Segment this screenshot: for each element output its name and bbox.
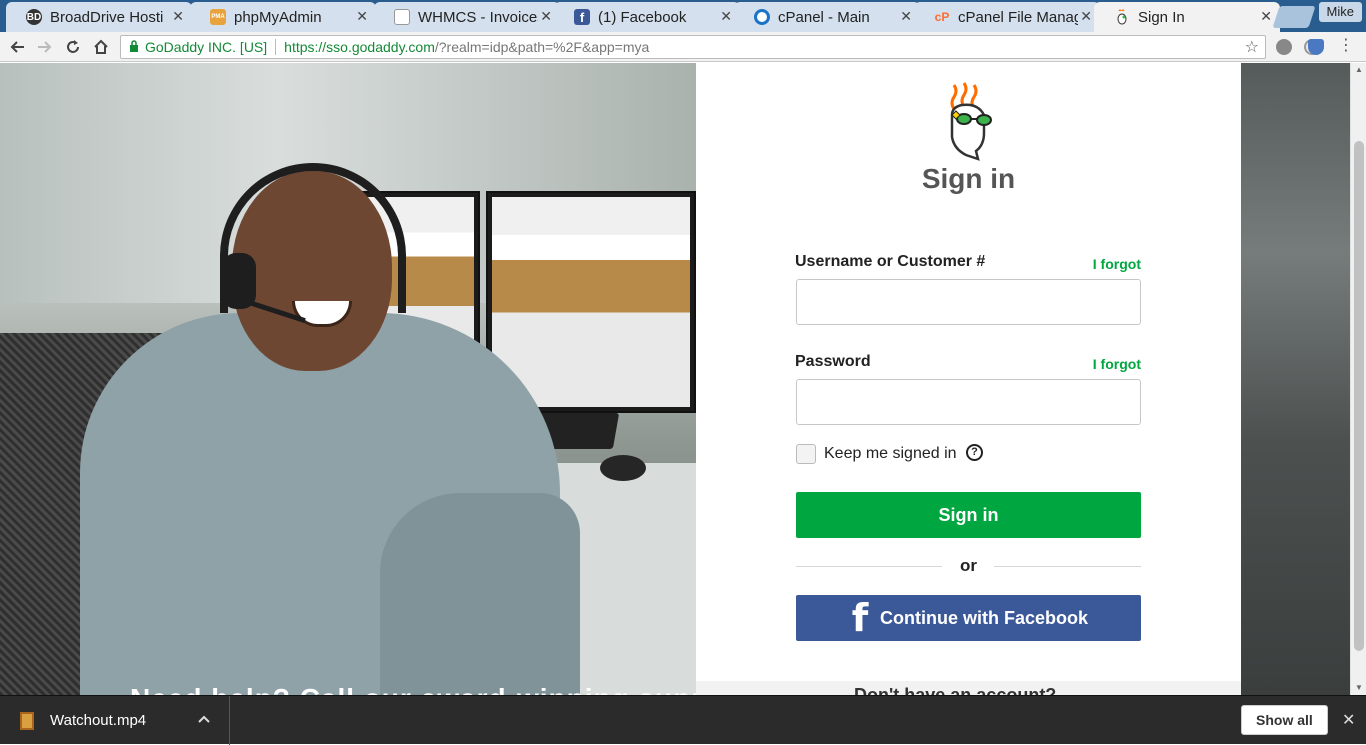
tab-title: phpMyAdmin — [234, 8, 322, 26]
tab-title: cPanel - Main — [778, 8, 870, 26]
tab-broaddrive[interactable]: BD BroadDrive Hosti ✕ — [6, 2, 192, 32]
divider-right — [994, 566, 1141, 567]
chevron-up-icon[interactable] — [198, 710, 210, 726]
password-label: Password — [795, 353, 871, 370]
page-title: Sign in — [921, 163, 1016, 194]
scrollbar-thumb[interactable] — [1354, 141, 1364, 651]
tab-facebook[interactable]: f (1) Facebook ✕ — [554, 2, 740, 32]
tab-title: WHMCS - Invoices — [418, 8, 538, 26]
scroll-up-arrow-icon[interactable]: ▲ — [1351, 63, 1366, 77]
profile-button[interactable]: Mike — [1318, 2, 1362, 22]
shield-extension-icon[interactable] — [1308, 39, 1324, 55]
tab-close-icon[interactable]: ✕ — [900, 8, 912, 25]
facebook-icon: f — [851, 596, 869, 640]
username-label: Username or Customer # — [795, 253, 986, 270]
tab-close-icon[interactable]: ✕ — [1080, 8, 1092, 25]
loading-spinner-icon — [754, 9, 770, 25]
background-photo-right — [1240, 63, 1350, 695]
tab-sign-in[interactable]: Sign In ✕ — [1094, 2, 1280, 32]
show-all-downloads-button[interactable]: Show all — [1241, 705, 1328, 735]
tab-close-icon[interactable]: ✕ — [1260, 8, 1272, 25]
forgot-username-link[interactable]: I forgot — [1093, 256, 1141, 272]
tab-close-icon[interactable]: ✕ — [720, 8, 732, 25]
tab-cpanel-file-manager[interactable]: cP cPanel File Manag ✕ — [914, 2, 1100, 32]
continue-with-facebook-button[interactable]: f Continue with Facebook — [796, 595, 1141, 641]
document-favicon-icon — [394, 9, 410, 25]
hero-caption: Need help? Call our award-winning suppor… — [130, 683, 750, 695]
godaddy-favicon-icon — [1114, 9, 1130, 25]
sign-in-panel: Sign in Username or Customer # I forgot … — [696, 63, 1241, 695]
support-agent-arm — [380, 493, 580, 695]
home-icon[interactable] — [90, 36, 112, 58]
vertical-scrollbar[interactable]: ▲ ▼ — [1350, 63, 1366, 695]
download-shelf: Watchout.mp4 Show all ✕ — [0, 695, 1366, 745]
password-input[interactable] — [796, 379, 1141, 425]
reload-icon[interactable] — [62, 36, 84, 58]
new-tab-button[interactable] — [1272, 6, 1316, 28]
tab-cpanel-main[interactable]: cPanel - Main ✕ — [734, 2, 920, 32]
browser-menu-icon[interactable]: ⋮ — [1338, 38, 1354, 54]
help-icon[interactable]: ? — [966, 444, 983, 461]
phpmyadmin-favicon-icon: PMA — [210, 9, 226, 25]
back-arrow-icon[interactable] — [6, 36, 28, 58]
tab-close-icon[interactable]: ✕ — [172, 8, 184, 25]
tab-title: Sign In — [1138, 8, 1185, 26]
extension-icon[interactable] — [1276, 39, 1292, 55]
omnibox-divider — [275, 39, 277, 55]
forgot-password-link[interactable]: I forgot — [1093, 356, 1141, 372]
download-file-name: Watchout.mp4 — [50, 712, 147, 729]
url-origin: https://sso.godaddy.com — [284, 39, 435, 55]
bookmark-star-icon[interactable]: ☆ — [1245, 37, 1259, 57]
facebook-favicon-icon: f — [574, 9, 590, 25]
create-account-prompt: Don't have an account? — [854, 685, 1057, 695]
tab-phpmyadmin[interactable]: PMA phpMyAdmin ✕ — [190, 2, 376, 32]
broaddrive-favicon-icon: BD — [26, 9, 42, 25]
tab-close-icon[interactable]: ✕ — [540, 8, 552, 25]
tab-whmcs-invoices[interactable]: WHMCS - Invoices ✕ — [374, 2, 560, 32]
sign-in-button[interactable]: Sign in — [796, 492, 1141, 538]
godaddy-guy-logo-icon — [938, 81, 1000, 163]
site-identity[interactable]: GoDaddy INC. [US] — [145, 39, 267, 55]
cpanel-favicon-icon: cP — [934, 10, 950, 24]
tab-close-icon[interactable]: ✕ — [356, 8, 368, 25]
forward-arrow-icon[interactable] — [34, 36, 56, 58]
address-bar[interactable]: GoDaddy INC. [US] https://sso.godaddy.co… — [120, 35, 1266, 59]
keep-signed-in-label[interactable]: Keep me signed in — [824, 445, 957, 463]
browser-toolbar: GoDaddy INC. [US] https://sso.godaddy.co… — [0, 32, 1366, 62]
page-viewport: Need help? Call our award-winning suppor… — [0, 63, 1350, 695]
scroll-down-arrow-icon[interactable]: ▼ — [1351, 681, 1366, 695]
lock-icon — [129, 39, 139, 55]
download-item[interactable]: Watchout.mp4 — [0, 696, 230, 745]
close-shelf-icon[interactable]: ✕ — [1342, 710, 1355, 730]
mouse — [600, 455, 646, 481]
username-input[interactable] — [796, 279, 1141, 325]
video-file-icon — [20, 711, 34, 730]
tab-title: (1) Facebook — [598, 8, 687, 26]
tab-strip: BD BroadDrive Hosti ✕ PMA phpMyAdmin ✕ W… — [0, 0, 1366, 32]
facebook-button-label: Continue with Facebook — [880, 607, 1089, 628]
or-separator: or — [960, 556, 977, 575]
hero-photo: Need help? Call our award-winning suppor… — [0, 63, 749, 695]
keep-signed-in-checkbox[interactable] — [796, 444, 816, 464]
tab-title: BroadDrive Hosti — [50, 8, 164, 26]
url-path: /?realm=idp&path=%2F&app=mya — [434, 39, 650, 55]
tab-title: cPanel File Manag — [958, 8, 1078, 26]
